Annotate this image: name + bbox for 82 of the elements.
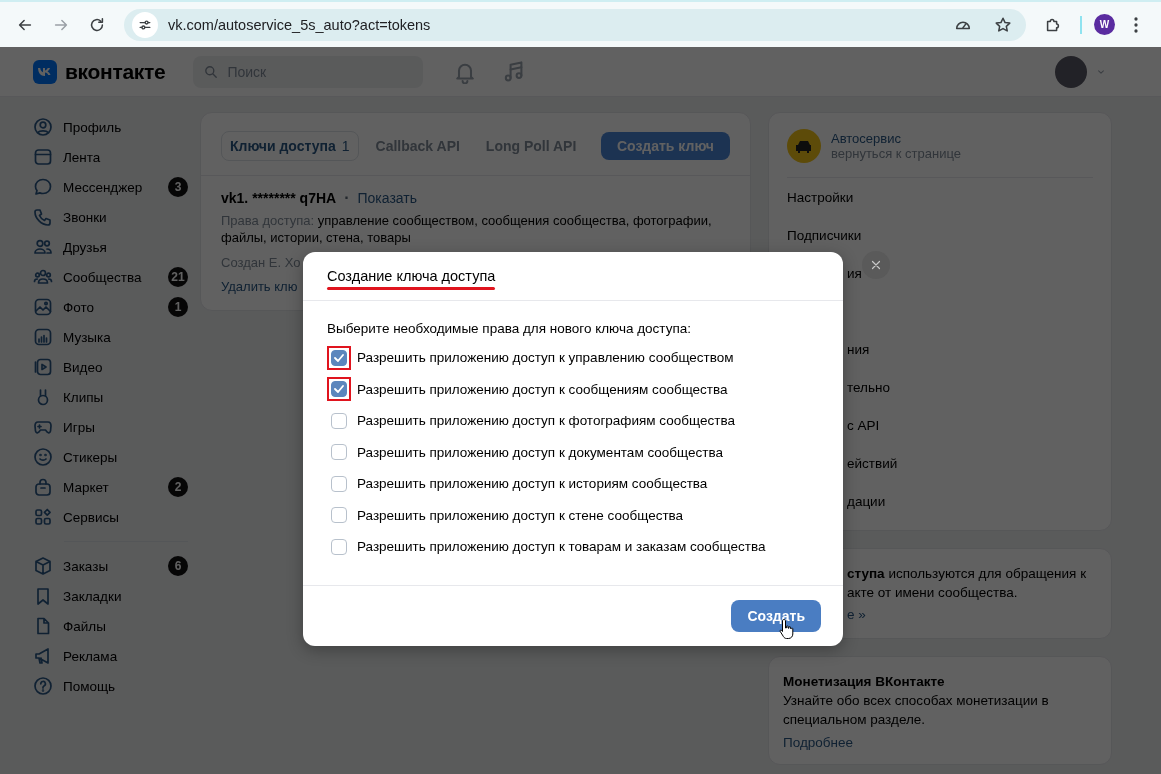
menu-item[interactable]: Настройки [787, 178, 1093, 216]
count-badge: 21 [168, 267, 188, 287]
checkbox[interactable] [331, 412, 347, 429]
sidebar-item[interactable]: Клипы [33, 382, 188, 412]
checkbox[interactable] [331, 538, 347, 555]
key-value: vk1. ******** q7HA [221, 190, 337, 206]
count-badge: 6 [168, 556, 188, 576]
sidebar-item[interactable]: Звонки [33, 202, 188, 232]
monetization-title: Монетизация ВКонтакте [783, 673, 946, 691]
url-text: vk.com/autoservice_5s_auto?act=tokens [168, 16, 432, 33]
checkbox[interactable] [331, 444, 347, 461]
permission-option[interactable]: Разрешить приложению доступ к стене сообщества [327, 499, 819, 531]
sidebar-item[interactable]: Мессенджер 3 [33, 172, 188, 202]
group-icon [33, 267, 53, 287]
sidebar-item[interactable]: Маркет 2 [33, 472, 188, 502]
create-button[interactable]: Создать [731, 599, 821, 632]
box-icon [33, 556, 53, 576]
logo-text: вконтакте [65, 59, 166, 84]
details-link[interactable]: Подробнее [783, 733, 1097, 752]
sidebar-item[interactable]: Видео [33, 352, 188, 382]
count-badge: 3 [168, 177, 188, 197]
avatar-photo[interactable] [1055, 55, 1087, 88]
bag-icon [33, 477, 53, 497]
smiley-icon [33, 447, 53, 467]
sidebar-item[interactable]: Стикеры [33, 442, 188, 472]
grid-icon [33, 507, 53, 527]
tab[interactable]: Ключи доступа 1 [221, 131, 359, 161]
sidebar-item[interactable]: Реклама [33, 641, 188, 671]
star-icon [994, 15, 1012, 34]
permission-option[interactable]: Разрешить приложению доступ к фотографиям сообщества [327, 405, 819, 437]
sidebar-item[interactable]: Сервисы [33, 502, 188, 532]
separator-dot: · [344, 189, 350, 207]
info-text: ступа используются для обращения к [847, 565, 1088, 583]
info-text: акте от имени сообщества. [847, 584, 1019, 602]
reload-icon [88, 15, 106, 34]
sidebar-item[interactable]: Закладки [33, 581, 188, 611]
user-circle-icon [33, 117, 53, 137]
permission-option[interactable]: Разрешить приложению доступ к историям сообщества [327, 468, 819, 500]
sidebar-item[interactable]: Сообщества 21 [33, 262, 188, 292]
dialog-title: Создание ключа доступа [327, 268, 496, 284]
permission-option[interactable]: Разрешить приложению доступ к управлению сообществом [327, 342, 819, 374]
permission-option[interactable]: Разрешить приложению доступ к сообщениям сообщества [327, 373, 819, 405]
dialog-prompt: Выберите необходимые права для нового ключа доступа: [327, 321, 692, 336]
sidebar-item[interactable]: Заказы 6 [33, 551, 188, 581]
phone-icon [33, 207, 53, 227]
video-play-icon [33, 357, 53, 377]
profile-avatar[interactable]: W [1094, 14, 1115, 35]
sidebar-item[interactable]: Помощь [33, 671, 188, 701]
community-name[interactable]: Автосервис [831, 131, 961, 146]
people-icon [33, 237, 53, 257]
checkbox[interactable] [331, 475, 347, 492]
monetization-text: Узнайте обо всех способах монетизации в специальном разделе. [783, 692, 1050, 729]
sidebar-item[interactable]: Друзья [33, 232, 188, 262]
show-link[interactable]: Показать [357, 190, 417, 206]
sidebar-item[interactable]: Игры [33, 412, 188, 442]
sidebar-item[interactable]: Лента [33, 142, 188, 172]
sidebar-item[interactable]: Профиль [33, 112, 188, 142]
image-icon [33, 297, 53, 317]
checkmark-icon [334, 353, 344, 362]
close-icon [869, 258, 883, 272]
window-icon [33, 147, 53, 167]
sidebar-item[interactable]: Файлы [33, 611, 188, 641]
chat-bubble-icon [33, 177, 53, 197]
permission-option[interactable]: Разрешить приложению доступ к документам сообщества [327, 436, 819, 468]
count-badge: 2 [168, 477, 188, 497]
more-vertical-icon [1134, 16, 1138, 33]
delete-key-link[interactable]: Удалить клю [221, 279, 298, 294]
sidebar-item[interactable]: Музыка [33, 322, 188, 352]
create-key-button[interactable]: Создать ключ [600, 132, 730, 160]
count-badge: 1 [168, 297, 188, 317]
logo-icon[interactable] [33, 59, 57, 84]
site-settings-button[interactable] [132, 11, 158, 38]
checkmark-icon [334, 385, 344, 394]
permission-option[interactable]: Разрешить приложению доступ к товарам и заказам сообщества [327, 531, 819, 563]
sidebar-item[interactable]: Фото 1 [33, 292, 188, 322]
car-avatar-icon [787, 129, 821, 163]
checkbox[interactable] [331, 507, 347, 524]
music-chart-icon [33, 327, 53, 347]
more-link[interactable]: е » [847, 605, 1093, 624]
address-bar[interactable]: vk.com/autoservice_5s_auto?act=tokens [124, 8, 1026, 41]
menu-item[interactable]: Подписчики [787, 216, 1093, 254]
help-icon [33, 676, 53, 696]
